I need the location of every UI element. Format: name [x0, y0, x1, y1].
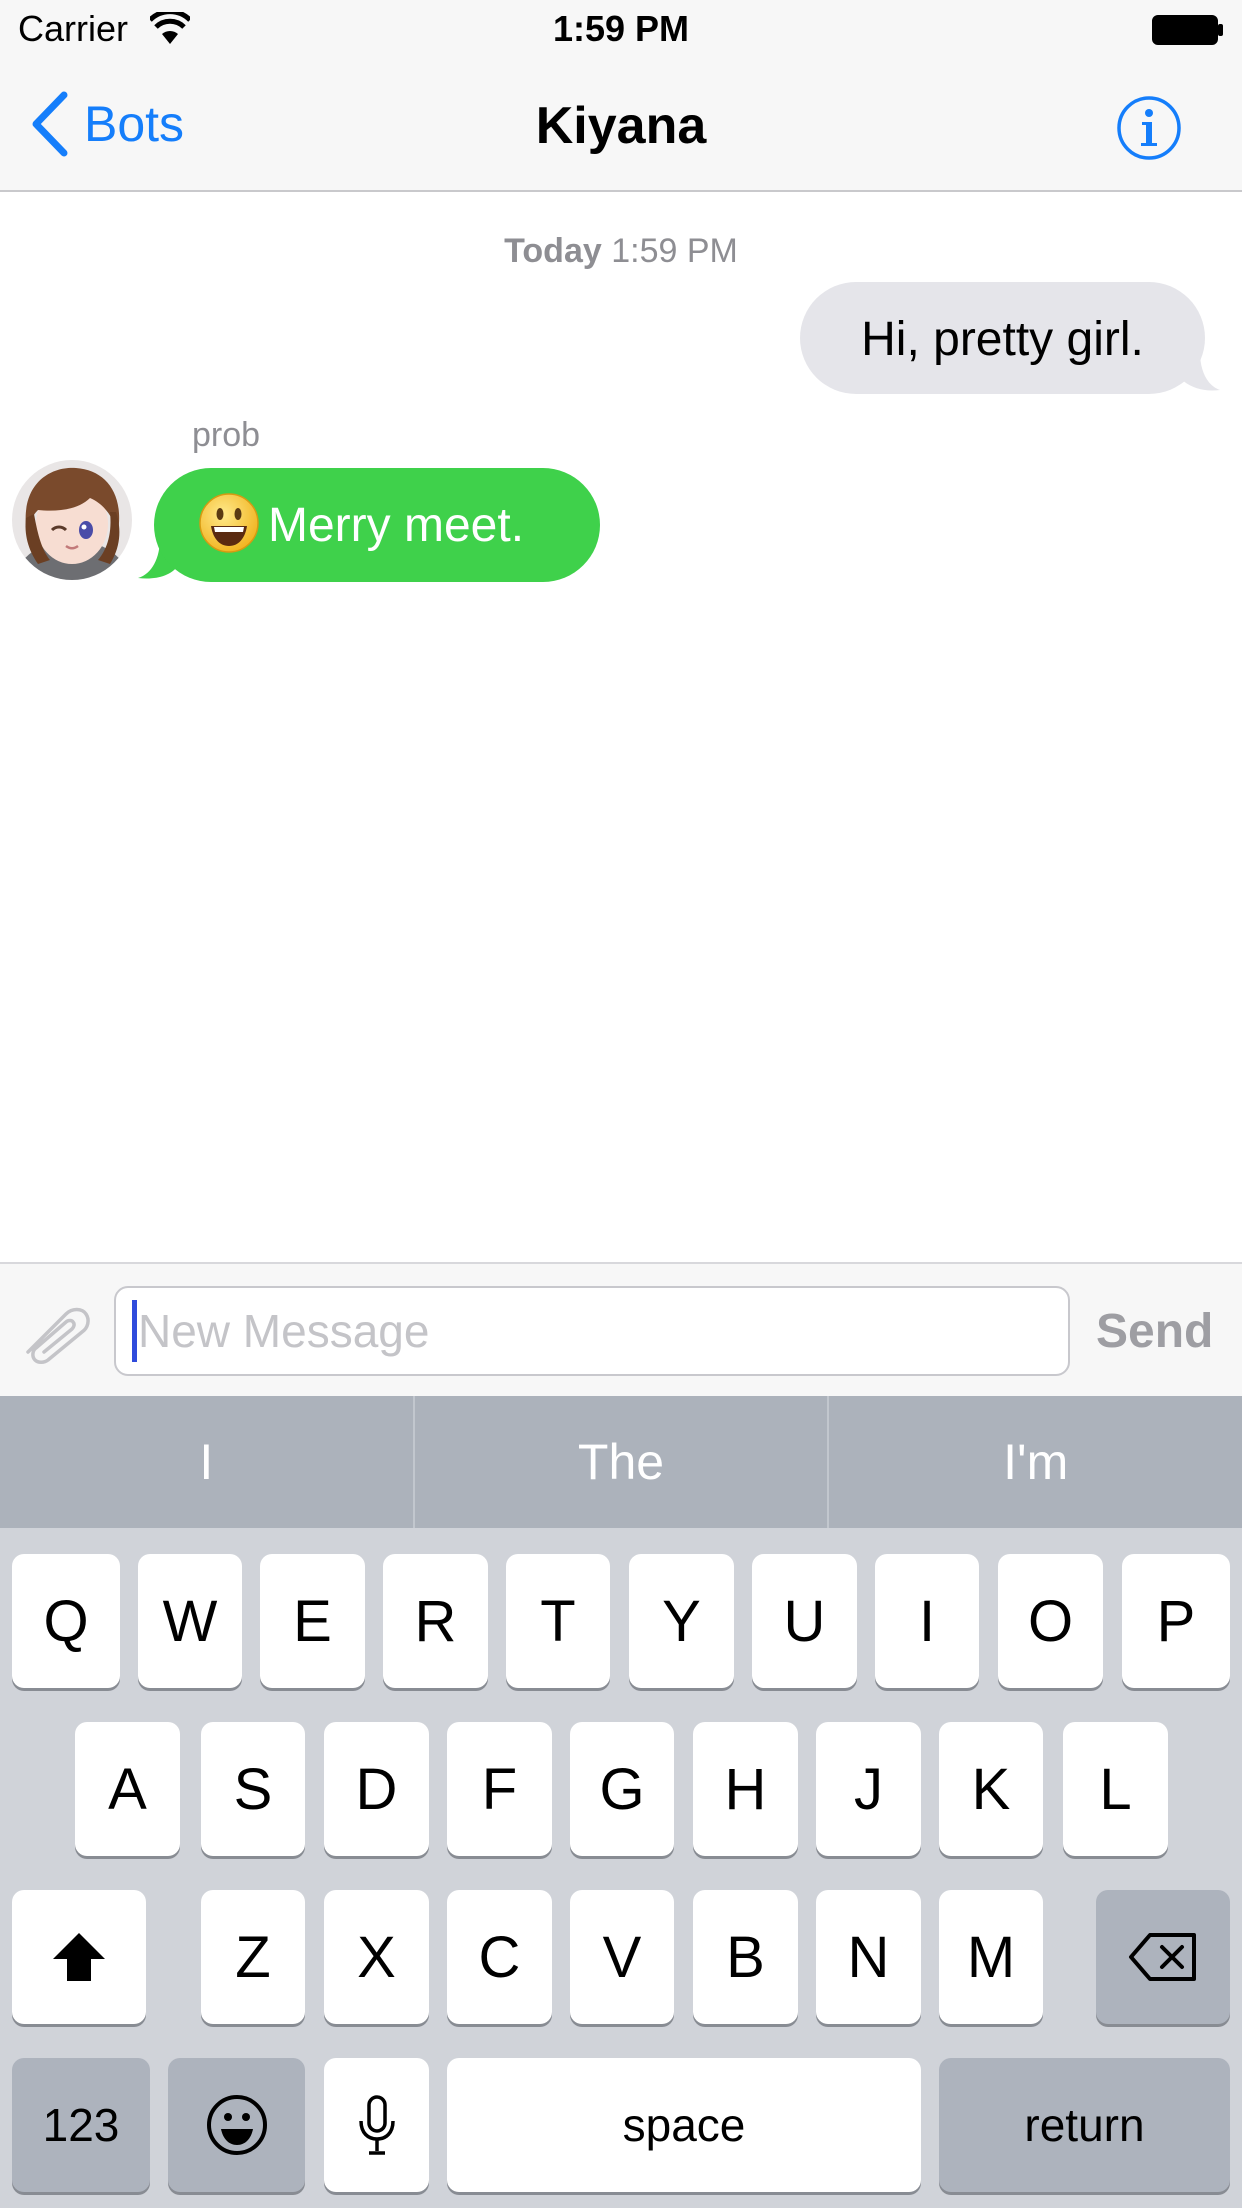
- suggestion-item[interactable]: The: [412, 1396, 828, 1528]
- suggestion-item[interactable]: I'm: [827, 1396, 1242, 1528]
- message-list[interactable]: Today 1:59 PM Hi, pretty girl. prob Merr…: [0, 192, 1242, 1262]
- predictive-suggestions: I The I'm: [0, 1396, 1242, 1528]
- timestamp-time: 1:59 PM: [611, 232, 738, 270]
- key-h[interactable]: H: [693, 1722, 798, 1856]
- suggestion-item[interactable]: I: [0, 1396, 413, 1528]
- key-j[interactable]: J: [816, 1722, 921, 1856]
- message-timestamp: Today 1:59 PM: [0, 232, 1242, 271]
- outgoing-message-text: Hi, pretty girl.: [861, 313, 1144, 366]
- avatar-image: [12, 460, 132, 580]
- emoji-icon: [206, 2095, 267, 2155]
- key-l[interactable]: L: [1063, 1722, 1168, 1856]
- outgoing-message-bubble[interactable]: Hi, pretty girl.: [800, 282, 1205, 394]
- key-f[interactable]: F: [447, 1722, 552, 1856]
- key-s[interactable]: S: [201, 1722, 305, 1856]
- key-z[interactable]: Z: [201, 1890, 305, 2024]
- conversation-title: Kiyana: [535, 97, 707, 155]
- key-g[interactable]: G: [570, 1722, 674, 1856]
- shift-key[interactable]: [12, 1890, 146, 2024]
- incoming-message-bubble[interactable]: Merry meet.: [154, 468, 600, 582]
- backspace-icon: [1129, 1933, 1196, 1981]
- shift-icon: [53, 1933, 105, 1981]
- return-key[interactable]: return: [939, 2058, 1230, 2192]
- key-r[interactable]: R: [383, 1554, 488, 1688]
- key-p[interactable]: P: [1122, 1554, 1230, 1688]
- key-b[interactable]: B: [693, 1890, 798, 2024]
- space-key[interactable]: space: [447, 2058, 921, 2192]
- key-i[interactable]: I: [875, 1554, 979, 1688]
- status-time: 1:59 PM: [552, 8, 690, 49]
- key-c[interactable]: C: [447, 1890, 552, 2024]
- microphone-icon: [358, 2095, 395, 2155]
- key-u[interactable]: U: [752, 1554, 857, 1688]
- message-input[interactable]: [114, 1286, 1070, 1376]
- sender-name: prob: [192, 416, 261, 454]
- keyboard: I The I'm Q W E R T Y U I O P A S D F G …: [0, 1396, 1242, 2208]
- composer-bar: Send: [0, 1262, 1242, 1396]
- key-v[interactable]: V: [570, 1890, 674, 2024]
- dictation-key[interactable]: [324, 2058, 429, 2192]
- key-q[interactable]: Q: [12, 1554, 120, 1688]
- key-d[interactable]: D: [324, 1722, 429, 1856]
- incoming-message-text: Merry meet.: [268, 499, 525, 552]
- paperclip-icon[interactable]: [20, 1300, 94, 1364]
- key-y[interactable]: Y: [629, 1554, 734, 1688]
- avatar[interactable]: [12, 460, 132, 580]
- bubble-tail: [1180, 352, 1220, 391]
- info-icon[interactable]: [1116, 95, 1182, 161]
- numbers-key[interactable]: 123: [12, 2058, 150, 2192]
- delete-key[interactable]: [1096, 1890, 1230, 2024]
- key-m[interactable]: M: [939, 1890, 1043, 2024]
- emoji-key[interactable]: [168, 2058, 305, 2192]
- status-bar: Carrier 1:59 PM: [0, 0, 1242, 60]
- key-e[interactable]: E: [260, 1554, 365, 1688]
- smiley-emoji: [199, 493, 259, 553]
- send-button[interactable]: Send: [1096, 1304, 1213, 1359]
- key-t[interactable]: T: [506, 1554, 610, 1688]
- battery-icon: [1152, 15, 1223, 45]
- key-a[interactable]: A: [75, 1722, 180, 1856]
- timestamp-day: Today: [504, 232, 602, 270]
- key-k[interactable]: K: [939, 1722, 1043, 1856]
- key-x[interactable]: X: [324, 1890, 429, 2024]
- text-cursor: [132, 1300, 137, 1362]
- navigation-bar: Bots Kiyana: [0, 60, 1242, 192]
- key-n[interactable]: N: [816, 1890, 921, 2024]
- key-w[interactable]: W: [138, 1554, 242, 1688]
- key-o[interactable]: O: [998, 1554, 1103, 1688]
